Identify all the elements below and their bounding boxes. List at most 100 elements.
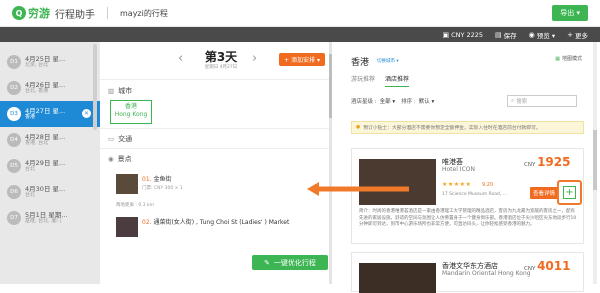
poi-section-text: 景点 — [117, 155, 132, 163]
more-button[interactable]: + 更多 — [567, 30, 588, 40]
city-section-text: 城市 — [118, 87, 133, 95]
bulb-icon: ● — [356, 125, 361, 130]
day-place: 台北, 香港 — [25, 87, 49, 94]
hotel-price: CNY 1925 — [524, 155, 570, 169]
city-tag-en: Hong Kong — [114, 110, 148, 118]
save-icon: ▤ — [495, 30, 502, 39]
poi-ticket: 门票: CNY 300 × 1 — [142, 186, 183, 191]
day-badge: D3 — [7, 107, 21, 121]
day-item-1[interactable]: D1 4月25日 星... 北京, 台北 — [0, 49, 100, 75]
panel-scrollbar-thumb[interactable] — [593, 130, 597, 190]
poi-thumbnail — [116, 217, 138, 237]
search-placeholder: 搜索 — [516, 99, 528, 105]
day-place: 香港, 台北 — [25, 139, 49, 146]
optimize-label: 一键优化行程 — [273, 258, 316, 267]
tab-play[interactable]: 游玩推荐 — [351, 74, 375, 87]
plus-icon: + — [567, 30, 573, 39]
map-mode-button[interactable]: ▦ 地图模式 — [555, 55, 582, 63]
city-tag[interactable]: 香港 Hong Kong — [110, 100, 152, 124]
day-place: 台北 — [25, 191, 36, 198]
divider — [107, 7, 108, 19]
hotel-name-en: Mandarin Oriental Hong Kong — [442, 270, 531, 277]
search-icon: ⌕ — [511, 97, 515, 104]
poi-thumbnail — [116, 174, 138, 194]
chevron-left-icon[interactable]: ‹ — [178, 51, 183, 66]
panel-city: 香港 — [351, 58, 370, 68]
day-item-6[interactable]: D6 4月30日 星... 台北 — [0, 179, 100, 205]
day-place: 台北 — [25, 165, 36, 172]
day-item-5[interactable]: D5 4月29日 星... 台北 — [0, 153, 100, 179]
day-badge: D4 — [7, 133, 21, 147]
hotel-card[interactable]: 唯港荟 Hotel ICON ★★★★★ 9.20 17 Science Mus… — [351, 148, 584, 244]
poi-item[interactable]: 01. 金鱼街 门票: CNY 300 × 1 — [116, 174, 321, 196]
delete-day-icon[interactable]: × — [82, 109, 91, 118]
hotel-search-input[interactable]: ⌕ 搜索 — [507, 95, 577, 107]
top-bar: Q 穷游 行程助手 mayzi的行程 导出 ▾ — [0, 0, 600, 27]
day-item-4[interactable]: D4 4月28日 星... 香港, 台北 — [0, 127, 100, 153]
star-filter-label: 酒店星级 : — [351, 99, 377, 105]
eye-icon: ◉ — [108, 155, 114, 163]
day-item-7[interactable]: D7 5月1日 星期... 基隆, 台北, 厦门 — [0, 205, 100, 231]
hotel-image — [359, 263, 436, 293]
poi-item[interactable]: 02. 通菜街(女人街) , Tung Choi St (Ladies' ) M… — [116, 217, 321, 239]
traffic-section-label: ▭ 交通 — [108, 134, 132, 144]
view-details-button[interactable]: 查看详情 — [530, 187, 558, 199]
chevron-right-icon[interactable]: › — [252, 51, 257, 66]
recommend-panel: 香港 切换城市 ▾ ▦ 地图模式 游玩推荐 酒店推荐 酒店星级 : 全部 ▾ 排序… — [339, 42, 592, 293]
filter-bar: 酒店星级 : 全部 ▾ 排序 : 默认 ▾ — [351, 97, 440, 105]
arrow-annotation-icon — [307, 182, 409, 196]
hotel-description: 简介：时尚的香港唯港荟酒店是一家由香港理工大学管理的精品酒店，客房为九龙最为宽敞… — [359, 209, 577, 228]
sort-label: 排序 : — [401, 99, 416, 105]
day-title: 第3天 — [204, 50, 238, 64]
optimize-button[interactable]: ✎ 一键优化行程 — [252, 255, 328, 270]
save-label: 保存 — [503, 31, 517, 40]
day-list: D1 4月25日 星... 北京, 台北 D2 4月26日 星... 台北, 香港 … — [0, 42, 100, 284]
tip-text: 预订小贴士：大部分酒店不需要你预定全额押金，实际入住时在酒店前台付款即可。 — [363, 126, 541, 131]
save-button[interactable]: ▤ 保存 — [495, 30, 517, 40]
day-place: 基隆, 台北, 厦门 — [25, 217, 62, 224]
hotel-card[interactable]: 香港文华东方酒店 Mandarin Oriental Hong Kong CNY… — [351, 252, 584, 293]
preview-label: 预览 ▾ — [536, 31, 556, 40]
day-badge: D1 — [7, 55, 21, 69]
currency-total[interactable]: ▣ CNY 2225 — [442, 31, 483, 39]
hotel-name-en: Hotel ICON — [442, 166, 475, 173]
city-section-label: ▥ 城市 — [108, 86, 132, 96]
add-arrangement-button[interactable]: + 添加安排 ▾ — [279, 53, 325, 66]
booking-tip: ● 预订小贴士：大部分酒店不需要你预定全额押金，实际入住时在酒店前台付款即可。 — [351, 121, 584, 134]
wallet-icon: ▣ — [442, 30, 450, 39]
building-icon: ▥ — [108, 87, 115, 95]
day-item-2[interactable]: D2 4月26日 星... 台北, 香港 — [0, 75, 100, 101]
sort-select[interactable]: 默认 ▾ — [419, 97, 435, 105]
day-place: 北京, 台北 — [25, 61, 49, 68]
price-currency: CNY — [524, 266, 536, 272]
poi-name: 通菜街(女人街) , Tung Choi St (Ladies' ) Marke… — [153, 219, 290, 226]
poi-name: 金鱼街 — [153, 176, 172, 183]
day-badge: D5 — [7, 159, 21, 173]
logo-text: 穷游 — [28, 7, 50, 20]
day-item-3[interactable]: D3 4月27日 星... 香港 × — [0, 101, 100, 127]
toolbar: ▣ CNY 2225 ▤ 保存 ◉ 预览 ▾ + 更多 — [0, 27, 600, 42]
eye-icon: ◉ — [528, 30, 535, 39]
day-place: 香港 — [25, 113, 36, 120]
star-filter-select[interactable]: 全部 ▾ — [380, 97, 396, 105]
wand-icon: ✎ — [264, 258, 270, 267]
sidebar-scrollbar[interactable] — [93, 44, 97, 130]
tab-hotel[interactable]: 酒店推荐 — [385, 74, 410, 87]
map-icon: ▦ — [555, 55, 560, 62]
trip-name[interactable]: mayzi的行程 — [120, 8, 168, 19]
preview-button[interactable]: ◉ 预览 ▾ — [529, 30, 555, 40]
plan-scrollbar-thumb[interactable] — [329, 54, 332, 118]
star-rating: ★★★★★ — [442, 181, 472, 188]
poi-number: 01. — [142, 176, 152, 183]
logo[interactable]: Q 穷游 — [12, 5, 50, 21]
export-button[interactable]: 导出 ▾ — [552, 5, 588, 21]
logo-icon: Q — [12, 6, 26, 20]
day-date: 星期日 4月27日 — [204, 65, 238, 70]
city-tag-cn: 香港 — [124, 103, 137, 110]
distance-label: 两地距离 : 0.3 km — [116, 203, 154, 208]
more-label: 更多 — [575, 31, 588, 40]
hotel-score: 9.20 — [482, 182, 494, 188]
poi-section-label: ◉ 景点 — [108, 154, 132, 164]
switch-city-link[interactable]: 切换城市 ▾ — [377, 58, 399, 64]
